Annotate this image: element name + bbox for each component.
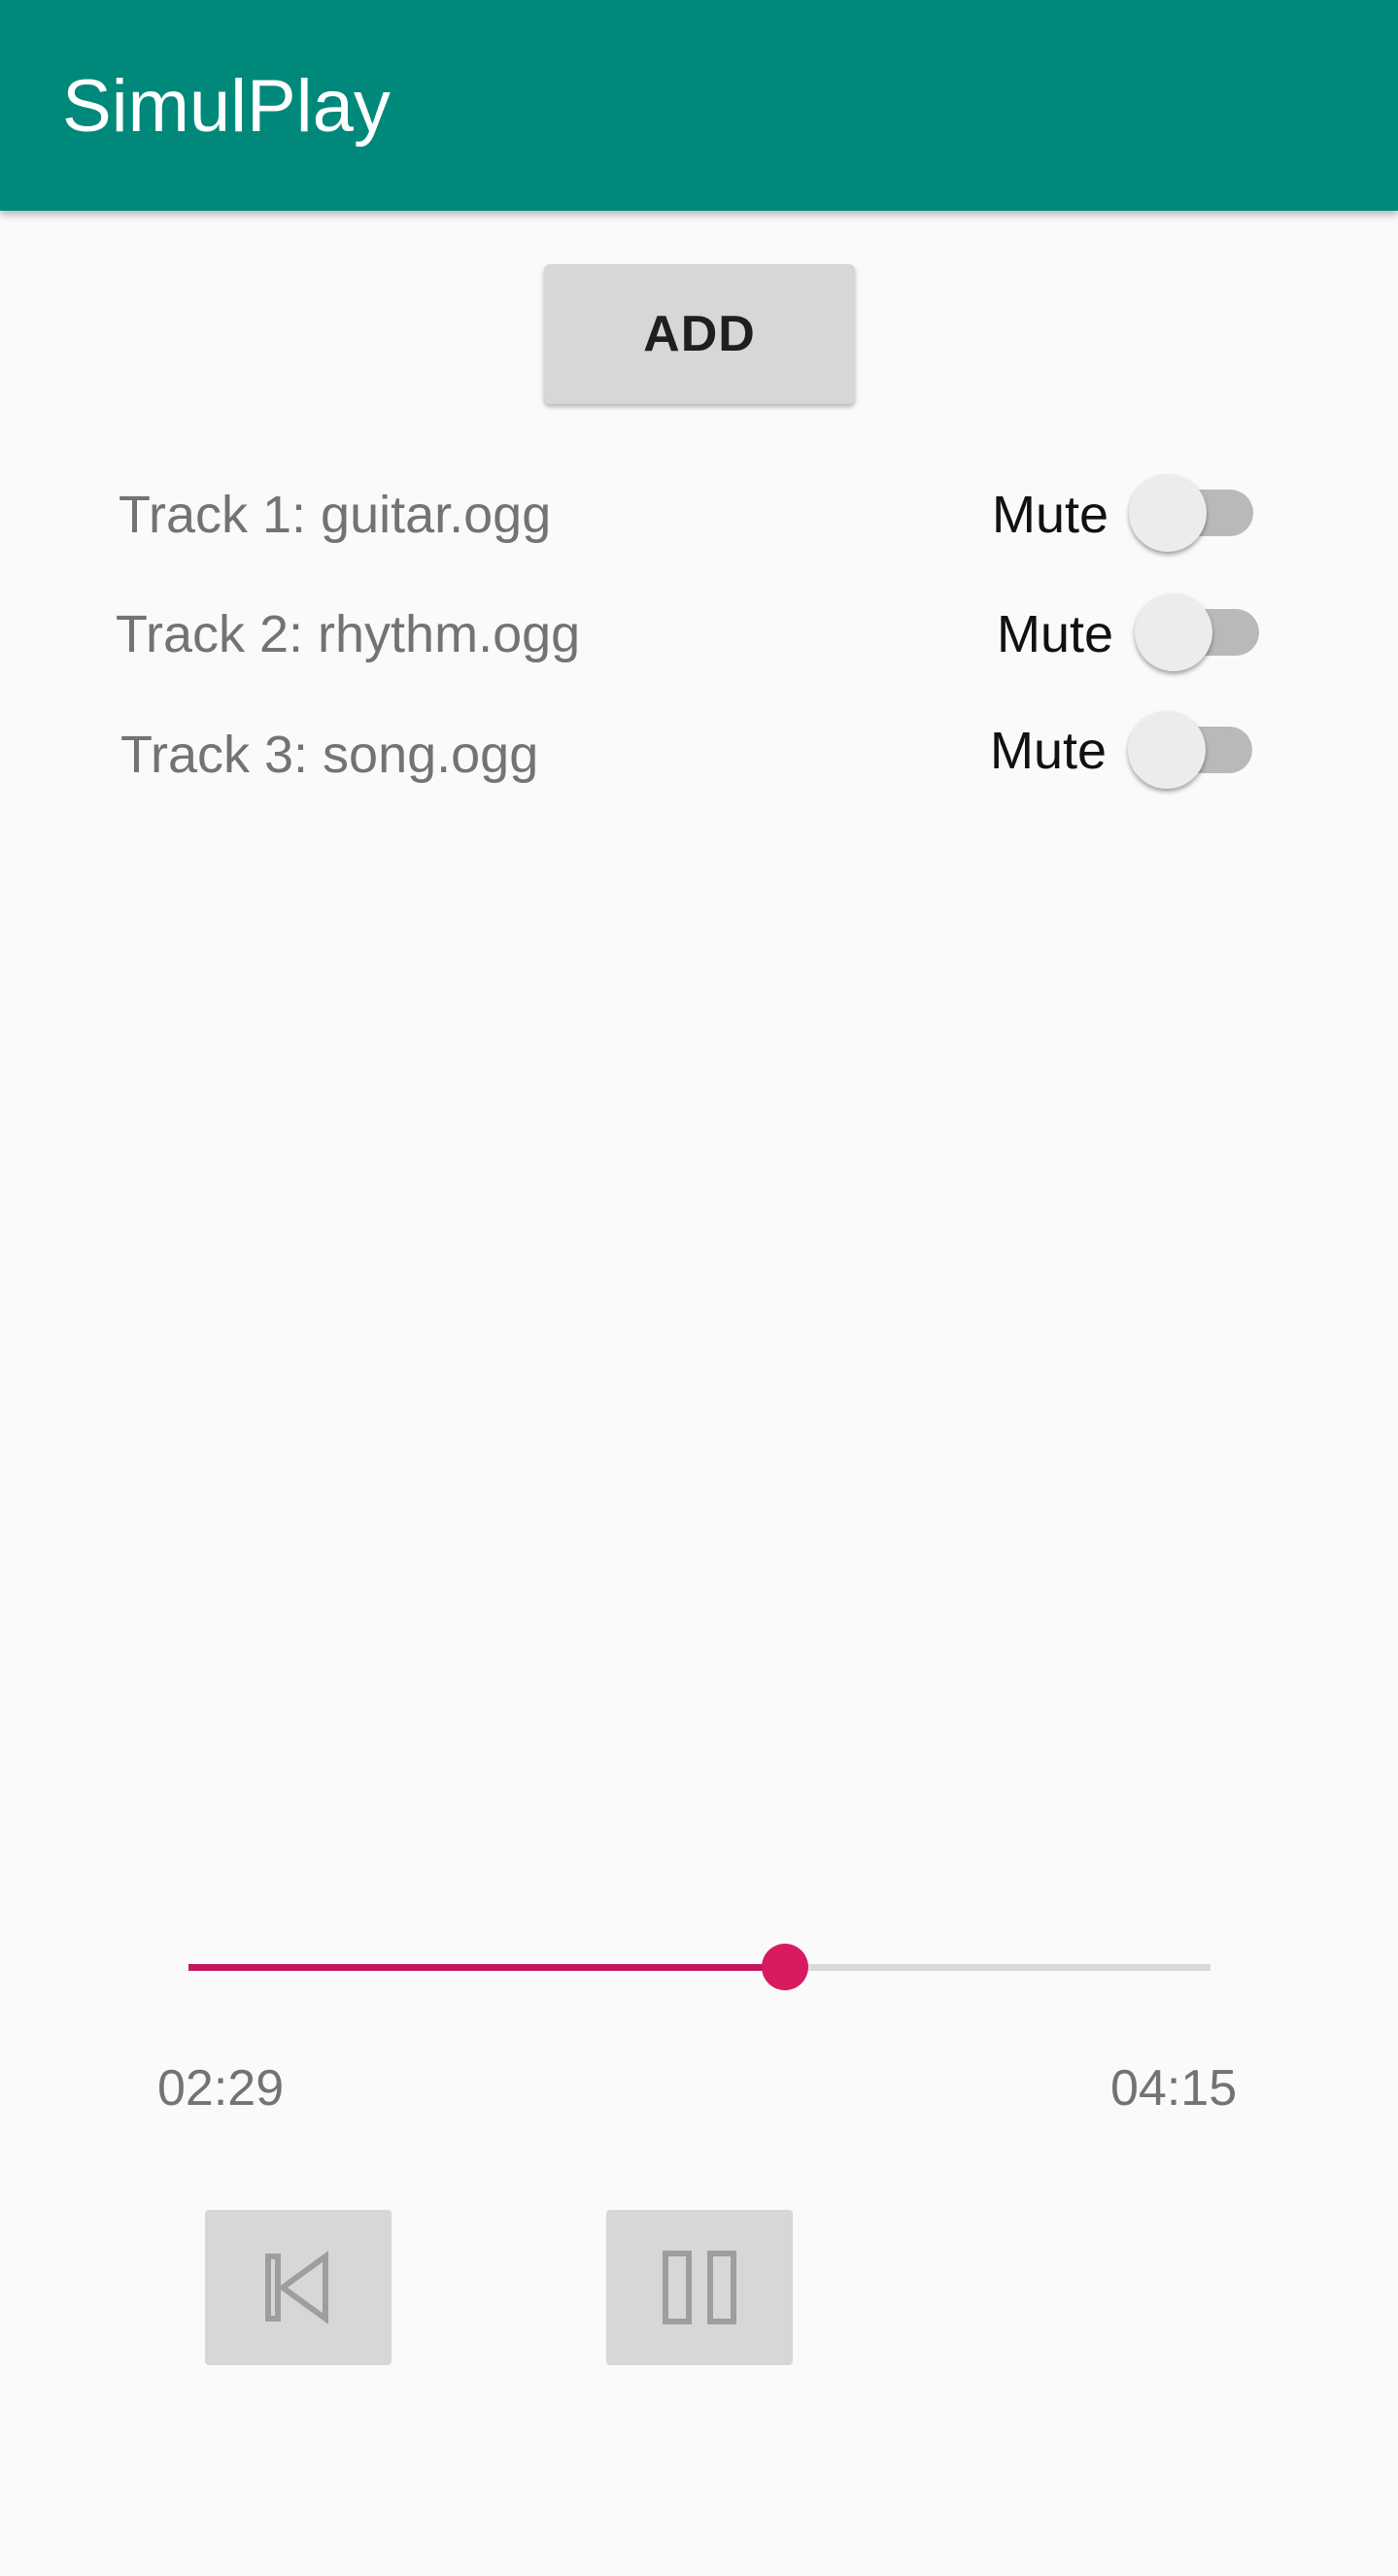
total-time: 04:15 <box>1110 2060 1238 2117</box>
track-label-3: Track 3: song.ogg <box>120 726 539 784</box>
previous-button[interactable] <box>205 2210 392 2365</box>
track-label-1: Track 1: guitar.ogg <box>119 486 552 544</box>
seek-progress <box>188 1964 786 1971</box>
mute-label-3: Mute <box>990 722 1108 780</box>
elapsed-time: 02:29 <box>157 2060 285 2117</box>
pause-icon <box>663 2251 736 2324</box>
skip-previous-icon <box>265 2251 328 2324</box>
seek-bar[interactable] <box>175 1933 1224 2001</box>
switch-thumb <box>1129 474 1207 552</box>
mute-switch-2[interactable] <box>1135 593 1261 671</box>
pause-button[interactable] <box>606 2210 793 2365</box>
mute-label-1: Mute <box>992 486 1109 544</box>
switch-thumb <box>1128 711 1206 789</box>
mute-label-2: Mute <box>997 605 1114 663</box>
seek-thumb[interactable] <box>762 1944 809 1990</box>
app-bar: SimulPlay <box>0 0 1398 211</box>
app-title: SimulPlay <box>62 65 391 148</box>
add-button[interactable]: ADD <box>544 264 855 404</box>
switch-thumb <box>1135 593 1212 671</box>
mute-switch-3[interactable] <box>1128 711 1254 789</box>
mute-switch-1[interactable] <box>1129 474 1255 552</box>
track-label-2: Track 2: rhythm.ogg <box>116 605 581 663</box>
